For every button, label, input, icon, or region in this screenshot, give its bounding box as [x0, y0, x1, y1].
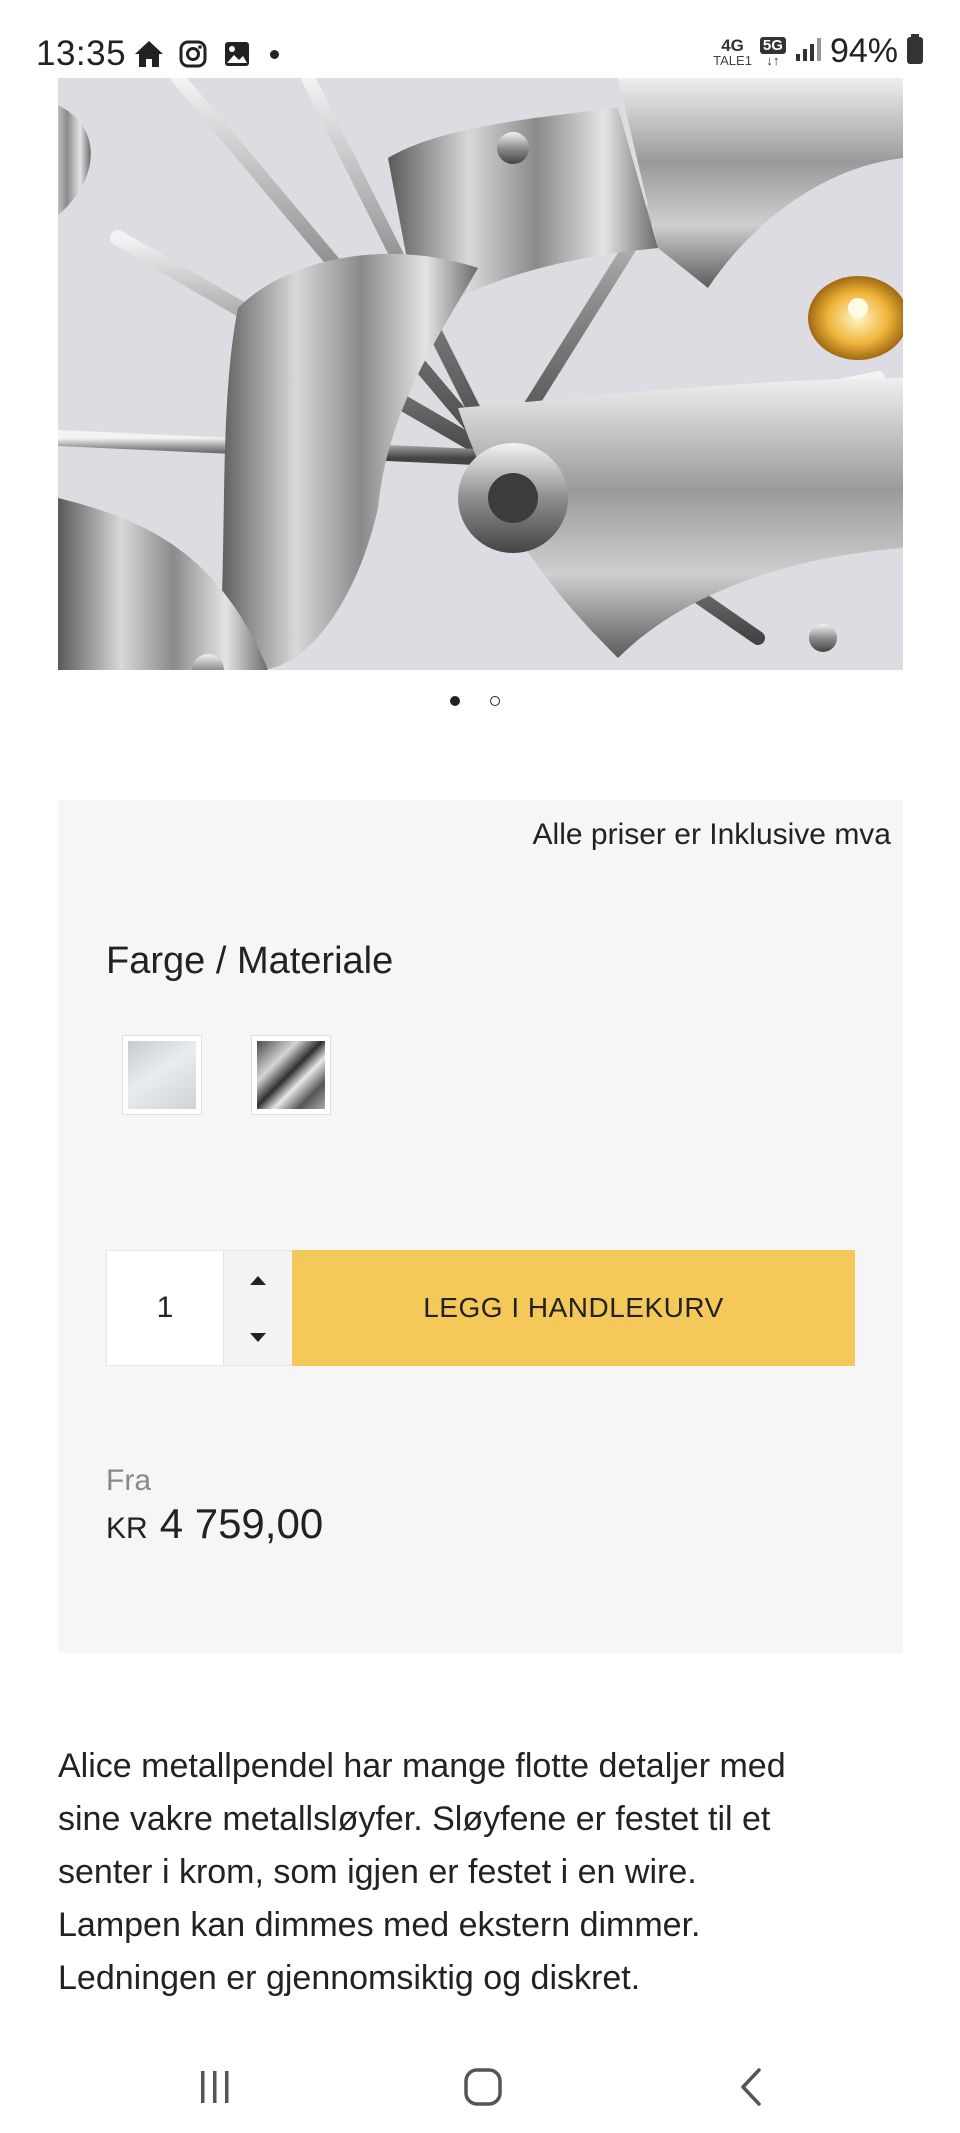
- notification-dot: [270, 50, 279, 59]
- recent-apps-icon: [201, 2071, 229, 2103]
- option-title: Farge / Materiale: [106, 940, 394, 982]
- silver-swatch[interactable]: [122, 1035, 202, 1115]
- gallery-icon: [221, 38, 253, 70]
- network-4g-indicator: 4G TALE1: [713, 35, 752, 68]
- price: KR 4 759,00: [106, 1500, 323, 1548]
- notification-icons: [133, 38, 253, 70]
- battery-icon: [906, 33, 924, 70]
- add-to-cart-button[interactable]: LEGG I HANDLEKURV: [292, 1250, 855, 1366]
- quantity-increase-button[interactable]: [224, 1251, 292, 1309]
- description-line: Lampen kan dimmes med ekstern dimmer.: [58, 1906, 701, 1944]
- description-line: sine vakre metallsløyfer. Sløyfene er fe…: [58, 1800, 771, 1838]
- system-icons: 4G TALE1 5G ↓↑ 94%: [713, 32, 924, 71]
- description-line: Alice metallpendel har mange flotte deta…: [58, 1747, 786, 1785]
- data-arrows-icon: ↓↑: [766, 52, 780, 68]
- home-circle-icon: [464, 2068, 502, 2106]
- recent-apps-button[interactable]: [175, 2052, 255, 2122]
- back-button[interactable]: [712, 2052, 792, 2122]
- signal-icon: [794, 36, 822, 67]
- carousel-dots: [450, 696, 500, 706]
- product-image[interactable]: [58, 78, 903, 670]
- system-nav-bar: [0, 2040, 960, 2133]
- status-bar: 13:35 4G TALE1 5G ↓↑ 94%: [0, 0, 960, 78]
- price-amount: 4 759,00: [159, 1500, 324, 1547]
- carousel-dot-1[interactable]: [450, 696, 460, 706]
- quantity-stepper: [224, 1250, 292, 1366]
- home-icon: [133, 38, 165, 70]
- price-currency: KR: [106, 1512, 148, 1545]
- caret-down-icon: [250, 1333, 266, 1342]
- battery-percentage: 94%: [829, 32, 898, 70]
- instagram-icon: [177, 38, 209, 70]
- price-from-label: Fra: [106, 1464, 151, 1497]
- product-options-panel: Alle priser er Inklusive mva Farge / Mat…: [58, 800, 903, 1653]
- description-line: Ledningen er gjennomsiktig og diskret.: [58, 1959, 641, 1997]
- back-chevron-icon: [741, 2068, 761, 2106]
- pendant-lamp-illustration: [58, 78, 903, 670]
- chrome-swatch[interactable]: [251, 1035, 331, 1115]
- caret-up-icon: [250, 1276, 266, 1285]
- quantity-decrease-button[interactable]: [224, 1309, 292, 1367]
- product-description: Alice metallpendel har mange flotte deta…: [58, 1740, 903, 2005]
- home-button[interactable]: [443, 2052, 523, 2122]
- status-time: 13:35: [36, 34, 127, 73]
- network-5g-indicator: 5G ↓↑: [759, 36, 786, 68]
- quantity-input[interactable]: 1: [106, 1250, 224, 1366]
- description-line: senter i krom, som igjen er festet i en …: [58, 1853, 697, 1891]
- vat-note: Alle priser er Inklusive mva: [532, 818, 891, 851]
- carousel-dot-2[interactable]: [490, 696, 500, 706]
